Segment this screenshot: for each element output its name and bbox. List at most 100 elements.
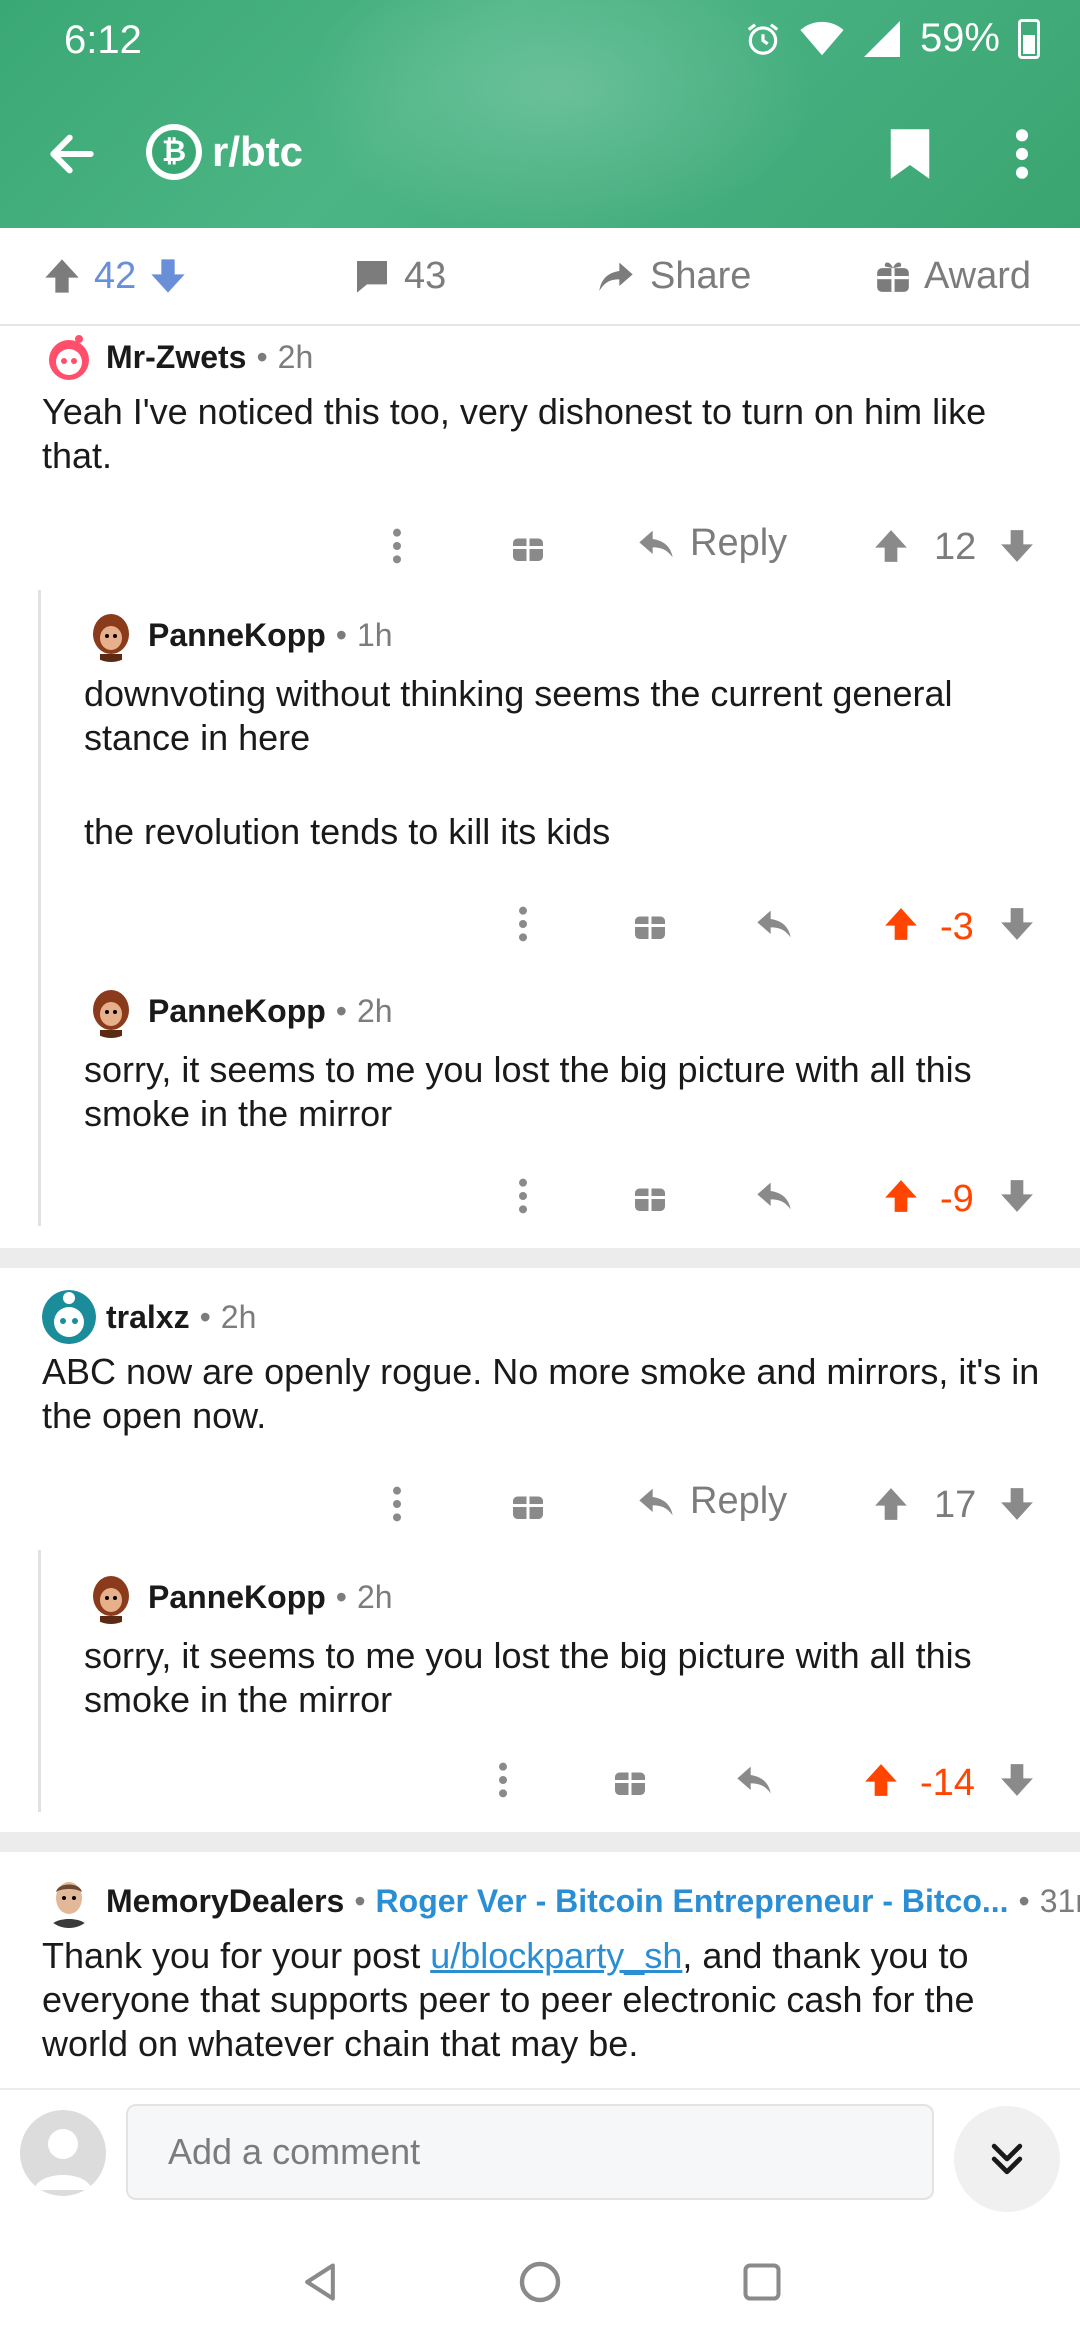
award-button[interactable]: Award [874,228,1031,324]
comment-composer: Add a comment [0,2088,1080,2218]
gift-icon[interactable] [612,1762,648,1798]
user-flair: Roger Ver - Bitcoin Entrepreneur - Bitco… [375,1882,1009,1919]
downvote-icon[interactable] [998,1176,1036,1216]
upvote-icon-active[interactable] [862,1760,900,1800]
comment-author[interactable]: PanneKopp [148,993,326,1030]
upvote-icon[interactable] [42,256,82,296]
upvote-icon[interactable] [872,1484,910,1524]
reply-icon[interactable] [734,1762,774,1798]
comment-score: -14 [920,1762,975,1804]
comment-author[interactable]: PanneKopp [148,1579,326,1616]
comment-body: Yeah I've noticed this too, very dishone… [42,391,987,476]
comment-score: -9 [940,1178,974,1220]
comment-body-line-1: downvoting without thinking seems the cu… [84,673,953,758]
thread-divider [0,1248,1080,1268]
reply-icon [639,530,673,557]
comment-author[interactable]: MemoryDealers [106,1883,344,1920]
reply-button[interactable]: Reply [636,1480,787,1523]
award-label: Award [924,254,1032,297]
nav-back-icon[interactable] [298,2258,342,2306]
more-options-icon[interactable] [516,1176,530,1216]
downvote-icon[interactable] [148,256,188,296]
next-comment-button[interactable] [954,2106,1060,2212]
nav-recents-icon[interactable] [740,2260,784,2304]
system-nav-bar [0,2218,1080,2340]
downvote-icon[interactable] [998,526,1036,566]
comment-actions: -14 [496,1746,1050,1818]
reply-icon[interactable] [754,1178,794,1214]
overflow-menu-icon[interactable] [1010,126,1034,182]
upvote-icon-active[interactable] [882,904,920,944]
more-options-icon[interactable] [390,1484,404,1524]
comment-time: 2h [277,338,314,375]
comment-time: 31m [1039,1882,1080,1919]
comments-count-button[interactable]: 43 [352,228,446,324]
more-options-icon[interactable] [516,904,530,944]
subreddit-name: r/btc [212,128,304,175]
bookmark-icon[interactable] [888,126,932,182]
app-bar: ₿ r/btc [0,110,1080,198]
battery-percent: 59% [919,16,1000,60]
comment-body: sorry, it seems to me you lost the big p… [84,1049,972,1134]
comment-author[interactable]: PanneKopp [148,617,326,654]
subreddit-link[interactable]: ₿ r/btc [146,124,303,180]
gift-icon[interactable] [510,1486,546,1522]
wifi-icon [800,21,844,55]
user-avatar[interactable] [20,2110,106,2196]
downvote-icon[interactable] [998,904,1036,944]
comment-time: 2h [220,1298,257,1335]
more-options-icon[interactable] [390,526,404,566]
comment-body: Thank you for your post u/blockparty_sh,… [42,1935,975,2064]
downvote-icon[interactable] [998,1760,1036,1800]
reply-label: Reply [690,1480,788,1522]
back-arrow-icon[interactable] [44,126,100,182]
post-action-bar: 42 43 Share Award [0,228,1080,326]
signal-icon [863,20,900,57]
reply-icon[interactable] [754,906,794,942]
downvote-icon[interactable] [998,1484,1036,1524]
comments-count: 43 [404,254,447,297]
post-score: 42 [94,254,137,297]
share-button[interactable]: Share [594,228,751,324]
gift-icon[interactable] [632,906,668,942]
comment-time: 2h [356,992,393,1029]
comment-time: 2h [356,1578,393,1615]
alarm-icon [747,22,779,55]
comment-bubble-icon [357,261,387,293]
comment-actions: -9 [516,1162,1050,1234]
comment-body-line-2: the revolution tends to kill its kids [84,811,611,852]
avatar[interactable] [84,1570,138,1624]
comment-body: ABC now are openly rogue. No more smoke … [42,1351,1040,1436]
user-mention-link[interactable]: u/blockparty_sh [430,1935,682,1976]
add-comment-input[interactable]: Add a comment [126,2104,934,2200]
bitcoin-cash-icon: ₿ [146,124,202,180]
status-bar: 6:12 59% [0,0,1080,80]
post-vote-control: 42 [42,228,188,324]
upvote-icon[interactable] [872,526,910,566]
comment-score: 12 [934,526,977,568]
avatar[interactable] [42,1290,96,1344]
comment-actions: Reply 12 [390,508,1050,588]
reply-button[interactable]: Reply [636,522,787,565]
share-label: Share [650,254,752,297]
share-icon [599,262,633,291]
thread-divider [0,1832,1080,1852]
comment-body: sorry, it seems to me you lost the big p… [84,1635,972,1720]
avatar[interactable] [84,984,138,1038]
double-chevron-down-icon [991,2143,1023,2175]
more-options-icon[interactable] [496,1760,510,1800]
upvote-icon-active[interactable] [882,1176,920,1216]
comment-author[interactable]: Mr-Zwets [106,339,246,376]
thread-line [38,1550,41,1812]
avatar[interactable] [42,330,96,384]
gift-icon [877,262,909,292]
nav-home-icon[interactable] [516,2258,564,2306]
battery-icon [1018,18,1040,59]
comment-actions: -3 [516,890,1050,962]
gift-icon[interactable] [510,528,546,564]
reply-label: Reply [690,522,788,564]
comment-author[interactable]: tralxz [106,1299,190,1336]
gift-icon[interactable] [632,1178,668,1214]
avatar[interactable] [84,608,138,662]
avatar[interactable] [42,1874,96,1928]
